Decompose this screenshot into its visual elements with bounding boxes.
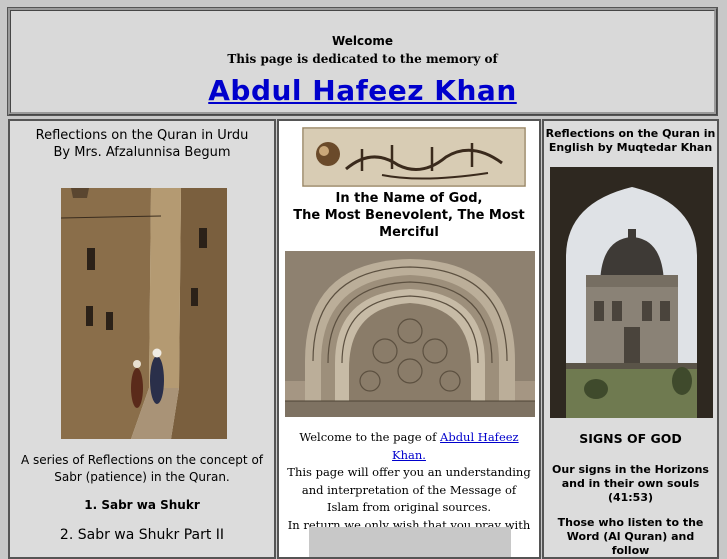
sabr-wa-shukr-part2-link[interactable]: 2. Sabr wa Shukr Part II	[10, 527, 274, 543]
dedication-text: This page is dedicated to the memory of	[227, 52, 498, 66]
prayer-box	[309, 527, 511, 557]
welcome-heading: Welcome	[331, 34, 394, 48]
tomb-photo	[550, 167, 713, 418]
invocation-text: In the Name of God, The Most Benevolent,…	[293, 191, 525, 240]
left-column: Reflections on the Quran in Urdu By Mrs.…	[8, 119, 276, 559]
bismillah-calligraphy	[302, 127, 526, 187]
middle-column: In the Name of God, The Most Benevolent,…	[277, 119, 541, 559]
alley-photo	[61, 188, 227, 439]
memorial-name-link[interactable]: Abdul Hafeez Khan	[11, 74, 714, 107]
header-banner: Welcome This page is dedicated to the me…	[7, 7, 718, 116]
verse-listen: Those who listen to the Word (Al Quran) …	[557, 516, 704, 557]
carved-arch-photo	[285, 251, 535, 417]
verse-horizons: Our signs in the Horizons and in their o…	[552, 463, 709, 504]
signs-of-god-heading: SIGNS OF GOD	[579, 431, 682, 446]
sabr-wa-shukr-link[interactable]: 1. Sabr wa Shukr	[10, 498, 274, 512]
right-column: Reflections on the Quran in English by M…	[542, 119, 719, 559]
urdu-reflections-title: Reflections on the Quran in Urdu By Mrs.…	[35, 128, 249, 160]
english-reflections-title: Reflections on the Quran in English by M…	[545, 127, 716, 154]
sabr-series-description: A series of Reflections on the concept o…	[20, 453, 264, 484]
